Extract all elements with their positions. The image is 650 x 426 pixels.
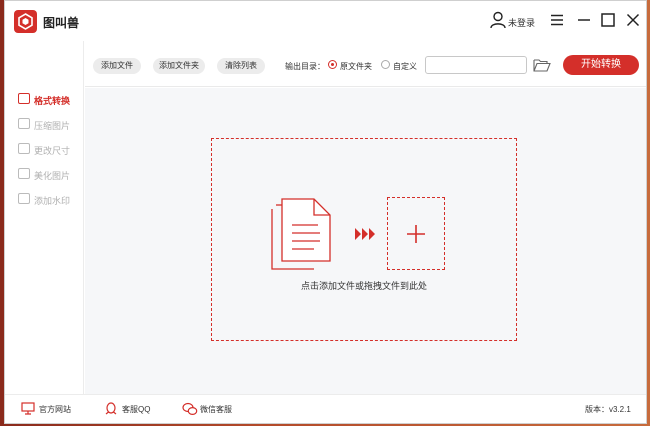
qq-service-link[interactable]: 客服QQ	[104, 402, 164, 416]
sidebar-item-compress[interactable]: 压缩图片	[18, 116, 82, 132]
original-folder-radio[interactable]	[328, 60, 337, 69]
app-window: 图叫兽 未登录 格式转换 压缩图片 更改尺寸 美化图片 添加水印 添加文件 添加…	[4, 0, 647, 424]
sidebar: 格式转换 压缩图片 更改尺寸 美化图片 添加水印	[5, 41, 84, 394]
login-button[interactable]: 未登录	[490, 11, 540, 31]
wechat-service-link[interactable]: 微信客服	[182, 402, 242, 416]
menu-icon[interactable]	[548, 11, 566, 29]
login-label: 未登录	[508, 18, 536, 28]
output-dir-label: 输出目录：	[285, 62, 325, 71]
minimize-icon[interactable]	[575, 11, 593, 29]
plus-icon	[407, 225, 425, 243]
beautify-icon	[18, 168, 30, 179]
sidebar-item-resize[interactable]: 更改尺寸	[18, 141, 82, 157]
sidebar-item-label: 更改尺寸	[34, 146, 71, 156]
sidebar-item-label: 格式转换	[34, 96, 71, 106]
add-file-button[interactable]: 添加文件	[93, 58, 141, 74]
clear-list-button[interactable]: 清除列表	[217, 58, 265, 74]
resize-icon	[18, 143, 30, 154]
monitor-icon	[21, 402, 35, 415]
maximize-icon[interactable]	[599, 11, 617, 29]
custom-folder-radio[interactable]	[381, 60, 390, 69]
qq-label: 客服QQ	[122, 405, 151, 414]
folder-open-icon[interactable]	[533, 58, 551, 72]
custom-folder-label[interactable]: 自定义	[393, 61, 417, 72]
start-convert-button[interactable]: 开始转换	[563, 55, 639, 75]
drop-hint: 点击添加文件或拖拽文件到此处	[300, 281, 427, 291]
toolbar: 添加文件 添加文件夹 清除列表 输出目录： 原文件夹 自定义 开始转换	[85, 41, 646, 87]
document-icon	[271, 198, 331, 270]
add-file-target[interactable]	[387, 197, 445, 270]
user-icon	[490, 11, 506, 29]
sidebar-item-label: 添加水印	[34, 196, 71, 206]
watermark-icon	[18, 193, 30, 204]
app-logo	[14, 10, 37, 33]
wechat-label: 微信客服	[200, 405, 232, 414]
output-path-input[interactable]	[425, 56, 527, 74]
main-area: 点击添加文件或拖拽文件到此处	[85, 88, 646, 394]
sidebar-item-label: 美化图片	[34, 171, 71, 181]
wechat-icon	[182, 402, 198, 416]
version-label: 版本：v3.2.1	[585, 405, 631, 414]
website-link[interactable]: 官方网站	[21, 402, 81, 416]
website-label: 官方网站	[39, 405, 71, 414]
title-bar: 图叫兽 未登录	[5, 1, 646, 41]
drop-zone[interactable]: 点击添加文件或拖拽文件到此处	[211, 138, 517, 341]
qq-icon	[105, 402, 117, 415]
footer: 官方网站 客服QQ 微信客服 版本：v3.2.1	[5, 394, 646, 423]
sidebar-item-beautify[interactable]: 美化图片	[18, 166, 82, 182]
sidebar-item-watermark[interactable]: 添加水印	[18, 191, 82, 207]
close-icon[interactable]	[624, 11, 642, 29]
add-folder-button[interactable]: 添加文件夹	[153, 58, 205, 74]
sidebar-item-format-convert[interactable]: 格式转换	[18, 91, 82, 107]
original-folder-label[interactable]: 原文件夹	[340, 61, 372, 72]
app-title: 图叫兽	[43, 16, 80, 30]
arrow-right-icon	[355, 228, 375, 240]
swap-icon	[18, 93, 30, 104]
sidebar-item-label: 压缩图片	[34, 121, 71, 131]
compress-icon	[18, 118, 30, 129]
